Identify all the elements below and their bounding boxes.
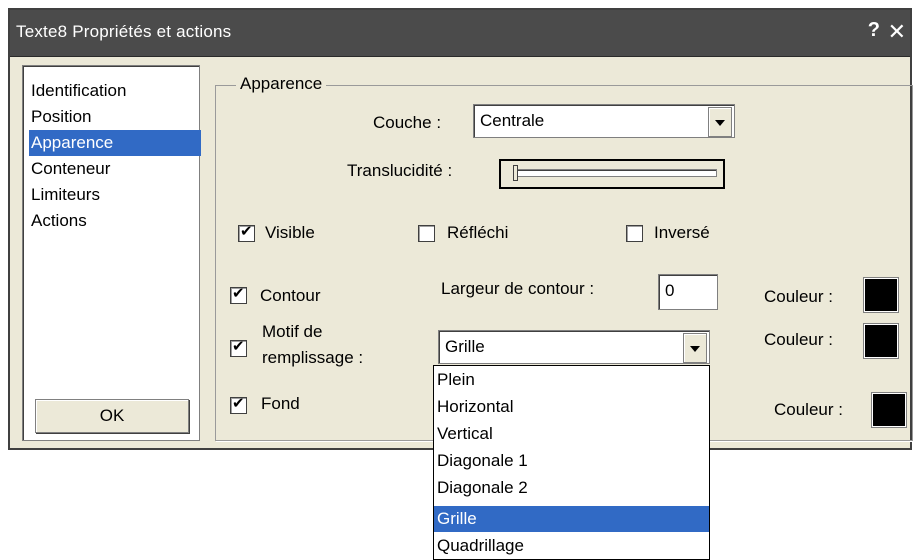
layer-select[interactable]: Centrale [473,104,735,138]
inverted-label: Inversé [654,223,710,242]
fill-pattern-value: Grille [445,337,485,356]
close-button[interactable]: ✕ [888,19,906,45]
translucency-slider[interactable] [499,159,725,189]
contour-width-label: Largeur de contour : [441,279,595,298]
checkmark-icon: ✔ [232,395,245,412]
chevron-down-icon [715,120,725,126]
contour-checkbox[interactable]: ✔ [230,285,247,304]
contour-label: Contour [260,286,321,305]
slider-thumb[interactable] [513,165,518,181]
layer-value: Centrale [480,111,545,130]
dropdown-option-diagonale-2[interactable]: Diagonale 2 [434,475,709,501]
sidebar-item-identification[interactable]: Identification [29,78,201,104]
layer-label: Couche : [373,113,442,132]
fill-pattern-label-line2: remplissage : [262,348,364,367]
sidebar-item-position[interactable]: Position [29,104,201,130]
chevron-down-icon [690,346,700,352]
fill-pattern-label-line1: Motif de [262,322,323,341]
dropdown-option-plein[interactable]: Plein [434,367,709,393]
dropdown-option-grille[interactable]: Grille [434,506,709,532]
visible-checkbox[interactable]: ✔ [238,223,255,242]
background-label: Fond [261,394,300,413]
layer-dropdown-button[interactable] [708,107,732,137]
category-list: Identification Position Apparence Conten… [22,65,201,441]
sidebar-item-conteneur[interactable]: Conteneur [29,156,201,182]
fill-pattern-dropdown-list: Plein Horizontal Vertical Diagonale 1 Di… [433,365,710,560]
sidebar-item-apparence[interactable]: Apparence [29,130,201,156]
fill-color-label: Couleur : [764,330,833,349]
contour-color-label: Couleur : [764,287,833,306]
title-bar[interactable]: Texte8 Propriétés et actions ? ✕ [10,10,910,57]
fill-pattern-dropdown-button[interactable] [683,333,707,363]
ok-button[interactable]: OK [35,399,189,433]
background-checkbox[interactable]: ✔ [230,395,247,414]
sidebar-item-actions[interactable]: Actions [29,208,201,234]
dropdown-option-diagonale-1[interactable]: Diagonale 1 [434,448,709,474]
translucency-label: Translucidité : [347,161,453,180]
help-button[interactable]: ? [868,19,880,42]
checkmark-icon: ✔ [240,223,253,240]
groupbox-title: Apparence [236,74,327,94]
sidebar-item-limiteurs[interactable]: Limiteurs [29,182,201,208]
background-color-swatch[interactable] [872,393,906,427]
contour-width-value: 0 [665,281,675,300]
background-color-label: Couleur : [774,400,843,419]
checkmark-icon: ✔ [232,338,245,355]
dropdown-option-vertical[interactable]: Vertical [434,421,709,447]
fill-pattern-select[interactable]: Grille [438,330,710,364]
dropdown-option-horizontal[interactable]: Horizontal [434,394,709,420]
contour-width-input[interactable]: 0 [658,274,718,310]
slider-track [513,169,717,177]
contour-color-swatch[interactable] [864,278,898,312]
fill-pattern-checkbox[interactable]: ✔ [230,338,247,357]
inverted-checkbox[interactable] [626,225,643,242]
checkmark-icon: ✔ [232,285,245,302]
fill-color-swatch[interactable] [864,324,898,358]
reflected-checkbox[interactable] [418,225,435,242]
dropdown-option-quadrillage[interactable]: Quadrillage [434,533,709,559]
visible-label: Visible [265,223,315,242]
reflected-label: Réfléchi [447,223,509,242]
window-title: Texte8 Propriétés et actions [16,22,232,41]
